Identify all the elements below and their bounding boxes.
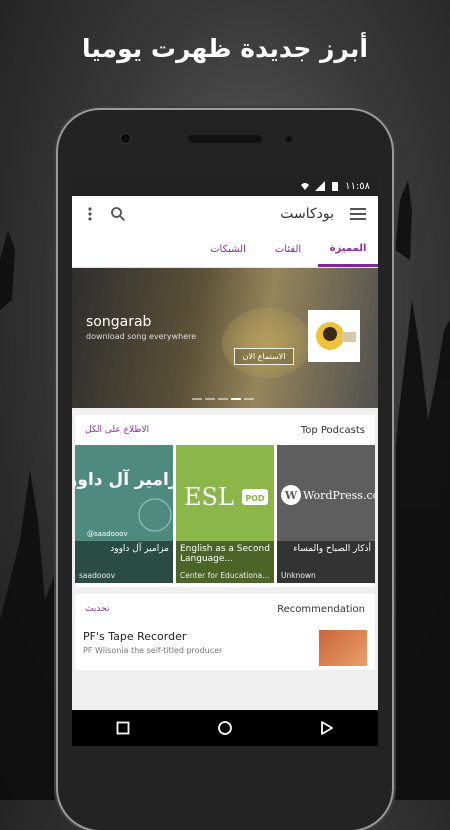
banner-title: songarab (86, 314, 152, 330)
recents-icon[interactable] (116, 721, 130, 735)
tab-featured[interactable]: المميزة (318, 232, 378, 267)
app-bar: بودكاست (72, 196, 378, 232)
podcast-title: مزامير آل داوود (110, 544, 169, 554)
refresh-link[interactable]: تحديث (85, 604, 109, 614)
earpiece-speaker (188, 135, 262, 143)
podcast-author: Unknown (281, 571, 316, 580)
podcast-tile[interactable]: مزامير آل داوود @saadooov مزامير آل داوو… (75, 445, 173, 583)
system-nav-bar (72, 710, 378, 746)
banner-subtitle: download song everywhere (86, 332, 197, 341)
signal-icon (315, 181, 326, 191)
carousel-dot-active (231, 398, 241, 400)
promo-headline: أبرز جديدة ظهرت يوميا (82, 34, 368, 63)
phone-frame: ١١:٥٨ بودكاست المميزة الفئات الشبكات son… (58, 110, 392, 830)
podcast-title: أذكار الصباح والمساء (293, 544, 371, 554)
svg-text:W: W (284, 489, 298, 502)
tab-bar: المميزة الفئات الشبكات (72, 232, 378, 268)
home-icon[interactable] (217, 720, 233, 736)
podcast-tile[interactable]: ESL POD English as a Second Language... … (176, 445, 274, 583)
podcast-caption: مزامير آل داوود saadooov (75, 541, 173, 583)
artwork-handle: @saadooov (87, 530, 128, 538)
list-item[interactable]: PF's Tape Recorder PF Wilsonia the self-… (75, 624, 375, 670)
banner-podcast-artwork (308, 310, 360, 362)
carousel-dot (244, 398, 254, 400)
recommendation-artwork (319, 630, 367, 666)
section-header: تحديث Recommendation (75, 594, 375, 624)
top-podcasts-section: الاطلاع على الكل Top Podcasts مزامير آل … (75, 415, 375, 587)
artwork-text: WordPress.com (303, 489, 375, 502)
artwork-text: ESL (184, 483, 234, 511)
app-title: بودكاست (280, 206, 334, 222)
artwork-badge: POD (245, 494, 265, 503)
menu-icon[interactable] (350, 207, 366, 221)
podcast-author: Center for Educationa... (180, 571, 270, 580)
see-all-link[interactable]: الاطلاع على الكل (85, 425, 149, 435)
more-vert-icon[interactable] (84, 206, 96, 222)
podcast-author: saadooov (79, 571, 116, 580)
podcast-tile[interactable]: W WordPress.com أذكار الصباح والمساء Unk… (277, 445, 375, 583)
battery-icon (332, 182, 339, 191)
tab-networks[interactable]: الشبكات (198, 232, 258, 267)
carousel-indicator (192, 398, 254, 400)
podcast-caption: English as a Second Language... Center f… (176, 541, 274, 583)
front-camera (120, 133, 131, 144)
status-bar: ١١:٥٨ (72, 176, 378, 196)
section-title: Recommendation (277, 603, 365, 615)
wifi-icon (301, 183, 310, 190)
podcast-grid: مزامير آل داوود @saadooov مزامير آل داوو… (75, 445, 375, 587)
search-icon[interactable] (110, 206, 126, 222)
podcast-title: English as a Second Language... (180, 544, 270, 564)
listen-now-button[interactable]: الاستماع الان (234, 348, 294, 365)
podcast-caption: أذكار الصباح والمساء Unknown (277, 541, 375, 583)
recommendation-section: تحديث Recommendation PF's Tape Recorder … (75, 594, 375, 670)
recommendation-title: PF's Tape Recorder (83, 630, 187, 643)
carousel-dot (205, 398, 215, 400)
recommendation-text: PF's Tape Recorder PF Wilsonia the self-… (83, 630, 319, 655)
app-screen: ١١:٥٨ بودكاست المميزة الفئات الشبكات son… (72, 176, 378, 710)
recommendation-subtitle: PF Wilsonia the self-titled producer (83, 646, 223, 655)
carousel-dot (192, 398, 202, 400)
artwork-text: مزامير آل داوود (75, 468, 173, 490)
back-icon[interactable] (320, 721, 334, 735)
proximity-sensor (286, 136, 292, 142)
section-header: الاطلاع على الكل Top Podcasts (75, 415, 375, 445)
carousel-dot (218, 398, 228, 400)
tab-categories[interactable]: الفئات (258, 232, 318, 267)
featured-banner[interactable]: songarab download song everywhere الاستم… (72, 268, 378, 408)
status-time: ١١:٥٨ (345, 180, 370, 192)
section-title: Top Podcasts (300, 424, 365, 436)
